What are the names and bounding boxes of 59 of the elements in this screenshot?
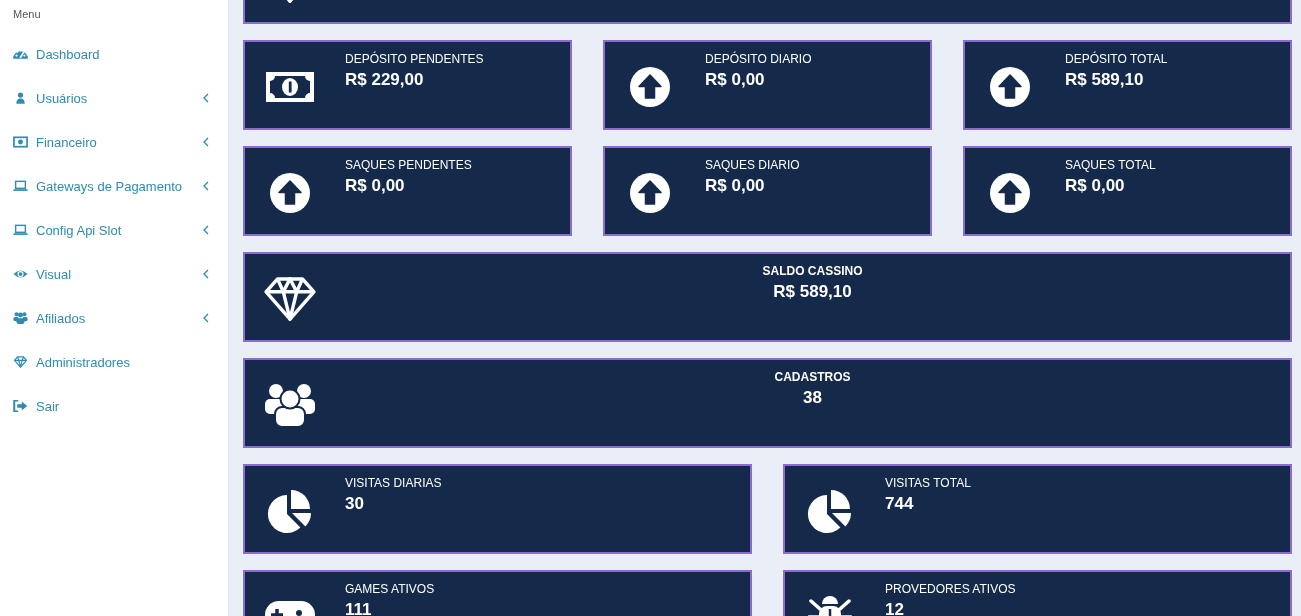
chevron-left-icon: [203, 225, 209, 235]
gauge-icon: [13, 48, 28, 60]
sidebar-item[interactable]: Financeiro: [0, 120, 228, 164]
exit-icon: [13, 400, 28, 412]
stat-value: R$ 0,00: [705, 69, 765, 91]
chevron-left-icon: [203, 269, 209, 279]
arrow-up-circle-icon: [270, 173, 310, 213]
pie-chart-icon: [267, 489, 313, 533]
stat-value: 744: [885, 493, 914, 515]
chevron-left-icon: [203, 181, 209, 191]
pie-chart-icon: [807, 489, 853, 533]
stat-title: GAMES ATIVOS: [345, 581, 435, 598]
arrow-up-circle-icon: [990, 173, 1030, 213]
sidebar-item[interactable]: Administradores: [0, 340, 228, 384]
arrow-up-circle-icon: [630, 67, 670, 107]
sidebar-item[interactable]: Config Api Slot: [0, 208, 228, 252]
laptop-icon: [13, 180, 28, 192]
banknote-icon: [266, 72, 314, 102]
users-icon: [265, 382, 315, 428]
stat-title: VISITAS DIARIAS: [345, 475, 442, 492]
sidebar-item[interactable]: Gateways de Pagamento: [0, 164, 228, 208]
arrow-up-circle-icon: [630, 173, 670, 213]
sidebar-item[interactable]: Visual: [0, 252, 228, 296]
stat-title: PROVEDORES ATIVOS: [885, 581, 1016, 598]
stat-title: DEPÓSITO TOTAL: [1065, 50, 1168, 68]
stat-title: SAQUES PENDENTES: [345, 157, 472, 174]
stat-value: 111: [345, 599, 372, 616]
stat-title: SAQUES DIARIO: [705, 157, 800, 174]
stat-title: CADASTROS: [774, 369, 851, 386]
stat-value: R$ 0,00: [345, 175, 405, 197]
chevron-left-icon: [203, 93, 209, 103]
diamond-icon: [13, 356, 28, 368]
user-icon: [13, 92, 28, 104]
eye-icon: [13, 268, 28, 280]
banknote-icon: [13, 136, 28, 148]
diamond-icon: [264, 277, 316, 321]
sidebar-item[interactable]: Afiliados: [0, 296, 228, 340]
stat-value: 12: [885, 599, 904, 616]
stat-value: 30: [345, 493, 364, 515]
chevron-left-icon: [203, 137, 209, 147]
users-icon: [13, 312, 28, 324]
sidebar-item[interactable]: Usuários: [0, 76, 228, 120]
stat-value: R$ 0,00: [705, 175, 765, 197]
sidebar-item[interactable]: Dashboard: [0, 32, 228, 76]
stat-title: DEPÓSITO DIARIO: [705, 50, 812, 68]
arrow-up-circle-icon: [990, 67, 1030, 107]
stat-title: SALDO CASSINO: [762, 263, 863, 280]
stat-title: SAQUES TOTAL: [1065, 157, 1156, 174]
sidebar-item[interactable]: Sair: [0, 384, 228, 428]
menu-heading: Menu: [12, 7, 41, 22]
stat-value: R$ 229,00: [345, 69, 424, 91]
stat-value: 38: [803, 387, 822, 409]
stat-value: R$ 0,00: [1065, 175, 1125, 197]
stat-title: DEPÓSITO PENDENTES: [345, 50, 484, 68]
stat-title: VISITAS TOTAL: [885, 475, 971, 492]
stat-value: R$ 589,10: [1065, 69, 1144, 91]
stat-value: R$ 589,10: [773, 281, 852, 303]
chevron-left-icon: [203, 313, 209, 323]
laptop-icon: [13, 224, 28, 236]
